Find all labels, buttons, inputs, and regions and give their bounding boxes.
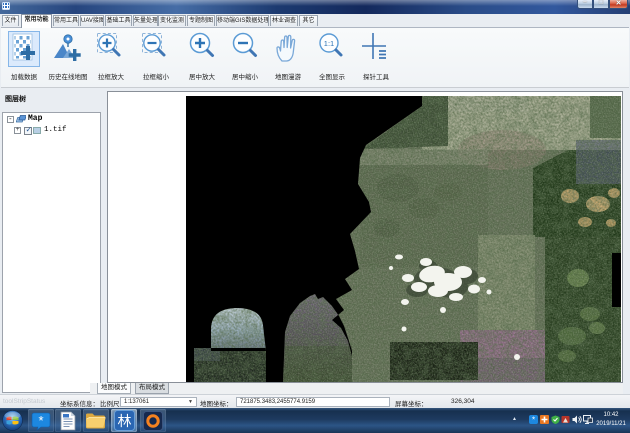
svg-text:1:1: 1:1 [324, 39, 334, 48]
svg-text:林: 林 [118, 413, 132, 429]
svg-text:*: * [38, 413, 43, 428]
svg-text:*: * [532, 416, 535, 425]
